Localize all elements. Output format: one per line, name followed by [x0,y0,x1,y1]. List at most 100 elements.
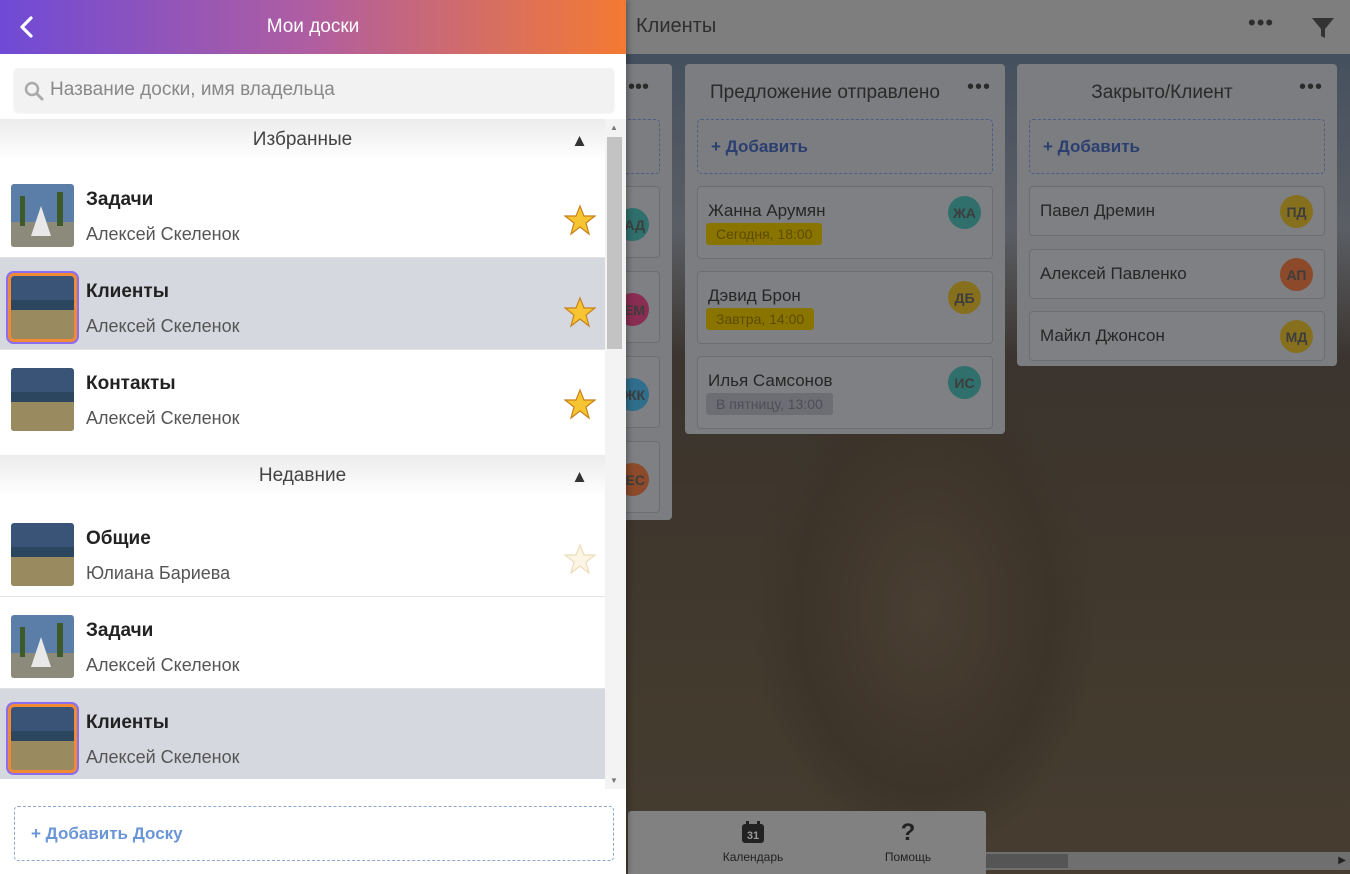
board-title: Задачи [86,620,154,641]
help-label: Помощь [884,850,932,864]
card[interactable]: Илья Самсонов В пятницу, 13:00 ИС [697,356,993,429]
due-badge: Завтра, 14:00 [706,308,815,330]
section-label: Избранные [252,129,353,150]
board-owner: Алексей Скеленок [86,747,240,767]
column-add-button[interactable] [626,119,660,174]
board-row[interactable]: Общие Юлиана Бариева [0,505,605,597]
card[interactable]: ЕС [626,441,660,513]
add-board-button[interactable]: + Добавить Доску [14,806,614,861]
board-owner: Алексей Скеленок [86,224,240,244]
board-title: Задачи [86,189,154,210]
section-label: Недавние [258,465,347,486]
board-owner: Алексей Скеленок [86,655,240,675]
calendar-day: 31 [747,830,759,842]
add-card-button[interactable]: + Добавить [1029,119,1325,174]
board-row-selected[interactable]: Клиенты Алексей Скеленок [0,689,605,779]
board-owner: Алексей Скеленок [86,316,240,336]
avatar: ИС [948,366,981,399]
board-column: Закрыто/Клиент ••• + Добавить Павел Дрем… [1017,64,1337,366]
board-column: Предложение отправлено ••• + Добавить Жа… [685,64,1005,434]
star-icon[interactable] [564,388,596,420]
card-name: Жанна Арумян [708,201,826,220]
board-column-partial: ••• АД ЕМ ЖК ЕС [626,64,672,520]
column-menu-icon[interactable]: ••• [967,76,991,99]
calendar-label: Календарь [722,850,784,864]
search-box [14,68,614,112]
card-name: Павел Дремин [1040,201,1156,220]
filter-icon[interactable] [1310,15,1336,41]
board-row[interactable]: Задачи Алексей Скеленок [0,166,605,258]
scrollbar-thumb[interactable] [607,137,622,349]
card-name: Илья Самсонов [708,371,833,390]
star-outline-icon[interactable] [564,543,596,575]
board-title: Клиенты [636,15,717,37]
panel-title: Мои доски [266,16,360,37]
board-thumbnail [11,184,74,247]
avatar: ЖА [948,196,981,229]
column-title: Предложение отправлено [710,82,940,103]
card[interactable]: Алексей Павленко АП [1029,249,1325,299]
card[interactable]: Дэвид Брон Завтра, 14:00 ДБ [697,271,993,344]
help-button[interactable]: ? Помощь [858,819,958,864]
avatar: АД [626,208,649,241]
avatar: АП [1280,258,1313,291]
due-badge: В пятницу, 13:00 [706,393,833,415]
avatar: МД [1280,320,1313,353]
card[interactable]: АД [626,186,660,258]
horizontal-scrollbar[interactable]: ▶ [986,852,1350,870]
star-icon[interactable] [564,296,596,328]
avatar: ЖК [626,378,649,411]
board-title: Общие [86,528,151,549]
boards-list: Избранные ▲ Задачи Алексей Скеленок Клие… [0,119,605,779]
panel-header: Мои доски [0,0,626,54]
board-thumbnail [11,368,74,431]
calendar-icon: 31 [742,821,764,843]
star-icon[interactable] [564,204,596,236]
column-menu-icon[interactable]: ••• [1299,76,1323,99]
calendar-button[interactable]: 31 Календарь [703,819,803,864]
avatar: ПД [1280,195,1313,228]
card-name: Дэвид Брон [708,286,801,305]
scroll-right-icon[interactable]: ▶ [1338,855,1346,866]
board-title: Контакты [86,373,176,394]
board-title: Клиенты [86,281,169,302]
search-icon [24,81,44,101]
section-header-favorites[interactable]: Избранные ▲ [0,119,605,161]
board-thumbnail [8,273,77,342]
board-row[interactable]: Задачи Алексей Скеленок [0,597,605,689]
card-name: Алексей Павленко [1040,264,1187,283]
collapse-icon[interactable]: ▲ [571,131,588,151]
scroll-up-icon[interactable]: ▲ [610,123,618,132]
board-title: Клиенты [86,712,169,733]
search-input[interactable] [50,76,605,104]
board-owner: Юлиана Бариева [86,563,231,583]
board-thumbnail [8,704,77,773]
vertical-scrollbar[interactable]: ▲ ▼ [605,119,626,789]
scrollbar-thumb[interactable] [986,854,1068,868]
card[interactable]: Майкл Джонсон МД [1029,311,1325,361]
column-menu-icon[interactable]: ••• [628,76,649,99]
card-name: Майкл Джонсон [1040,326,1165,345]
board-row-selected[interactable]: Клиенты Алексей Скеленок [0,258,605,350]
avatar: ЕМ [626,293,649,326]
due-badge: Сегодня, 18:00 [706,223,823,245]
column-title: Закрыто/Клиент [1091,82,1233,103]
board-row[interactable]: Контакты Алексей Скеленок [0,350,605,442]
card[interactable]: Жанна Арумян Сегодня, 18:00 ЖА [697,186,993,259]
board-owner: Алексей Скеленок [86,408,240,428]
avatar: ДБ [948,281,981,314]
add-card-button[interactable]: + Добавить [697,119,993,174]
scroll-down-icon[interactable]: ▼ [610,776,618,785]
collapse-icon[interactable]: ▲ [571,467,588,487]
bottom-toolbar: 31 Календарь ? Помощь [628,811,986,874]
help-icon: ? [900,819,916,846]
card[interactable]: ЕМ [626,271,660,343]
my-boards-panel: Мои доски Избранные ▲ Задачи Алексей Ске… [0,0,626,874]
board-menu-icon[interactable]: ••• [1248,10,1274,36]
board-thumbnail [11,615,74,678]
card[interactable]: ЖК [626,356,660,428]
card[interactable]: Павел Дремин ПД [1029,186,1325,236]
avatar: ЕС [626,463,649,496]
section-header-recent[interactable]: Недавние ▲ [0,455,605,497]
board-thumbnail [11,523,74,586]
